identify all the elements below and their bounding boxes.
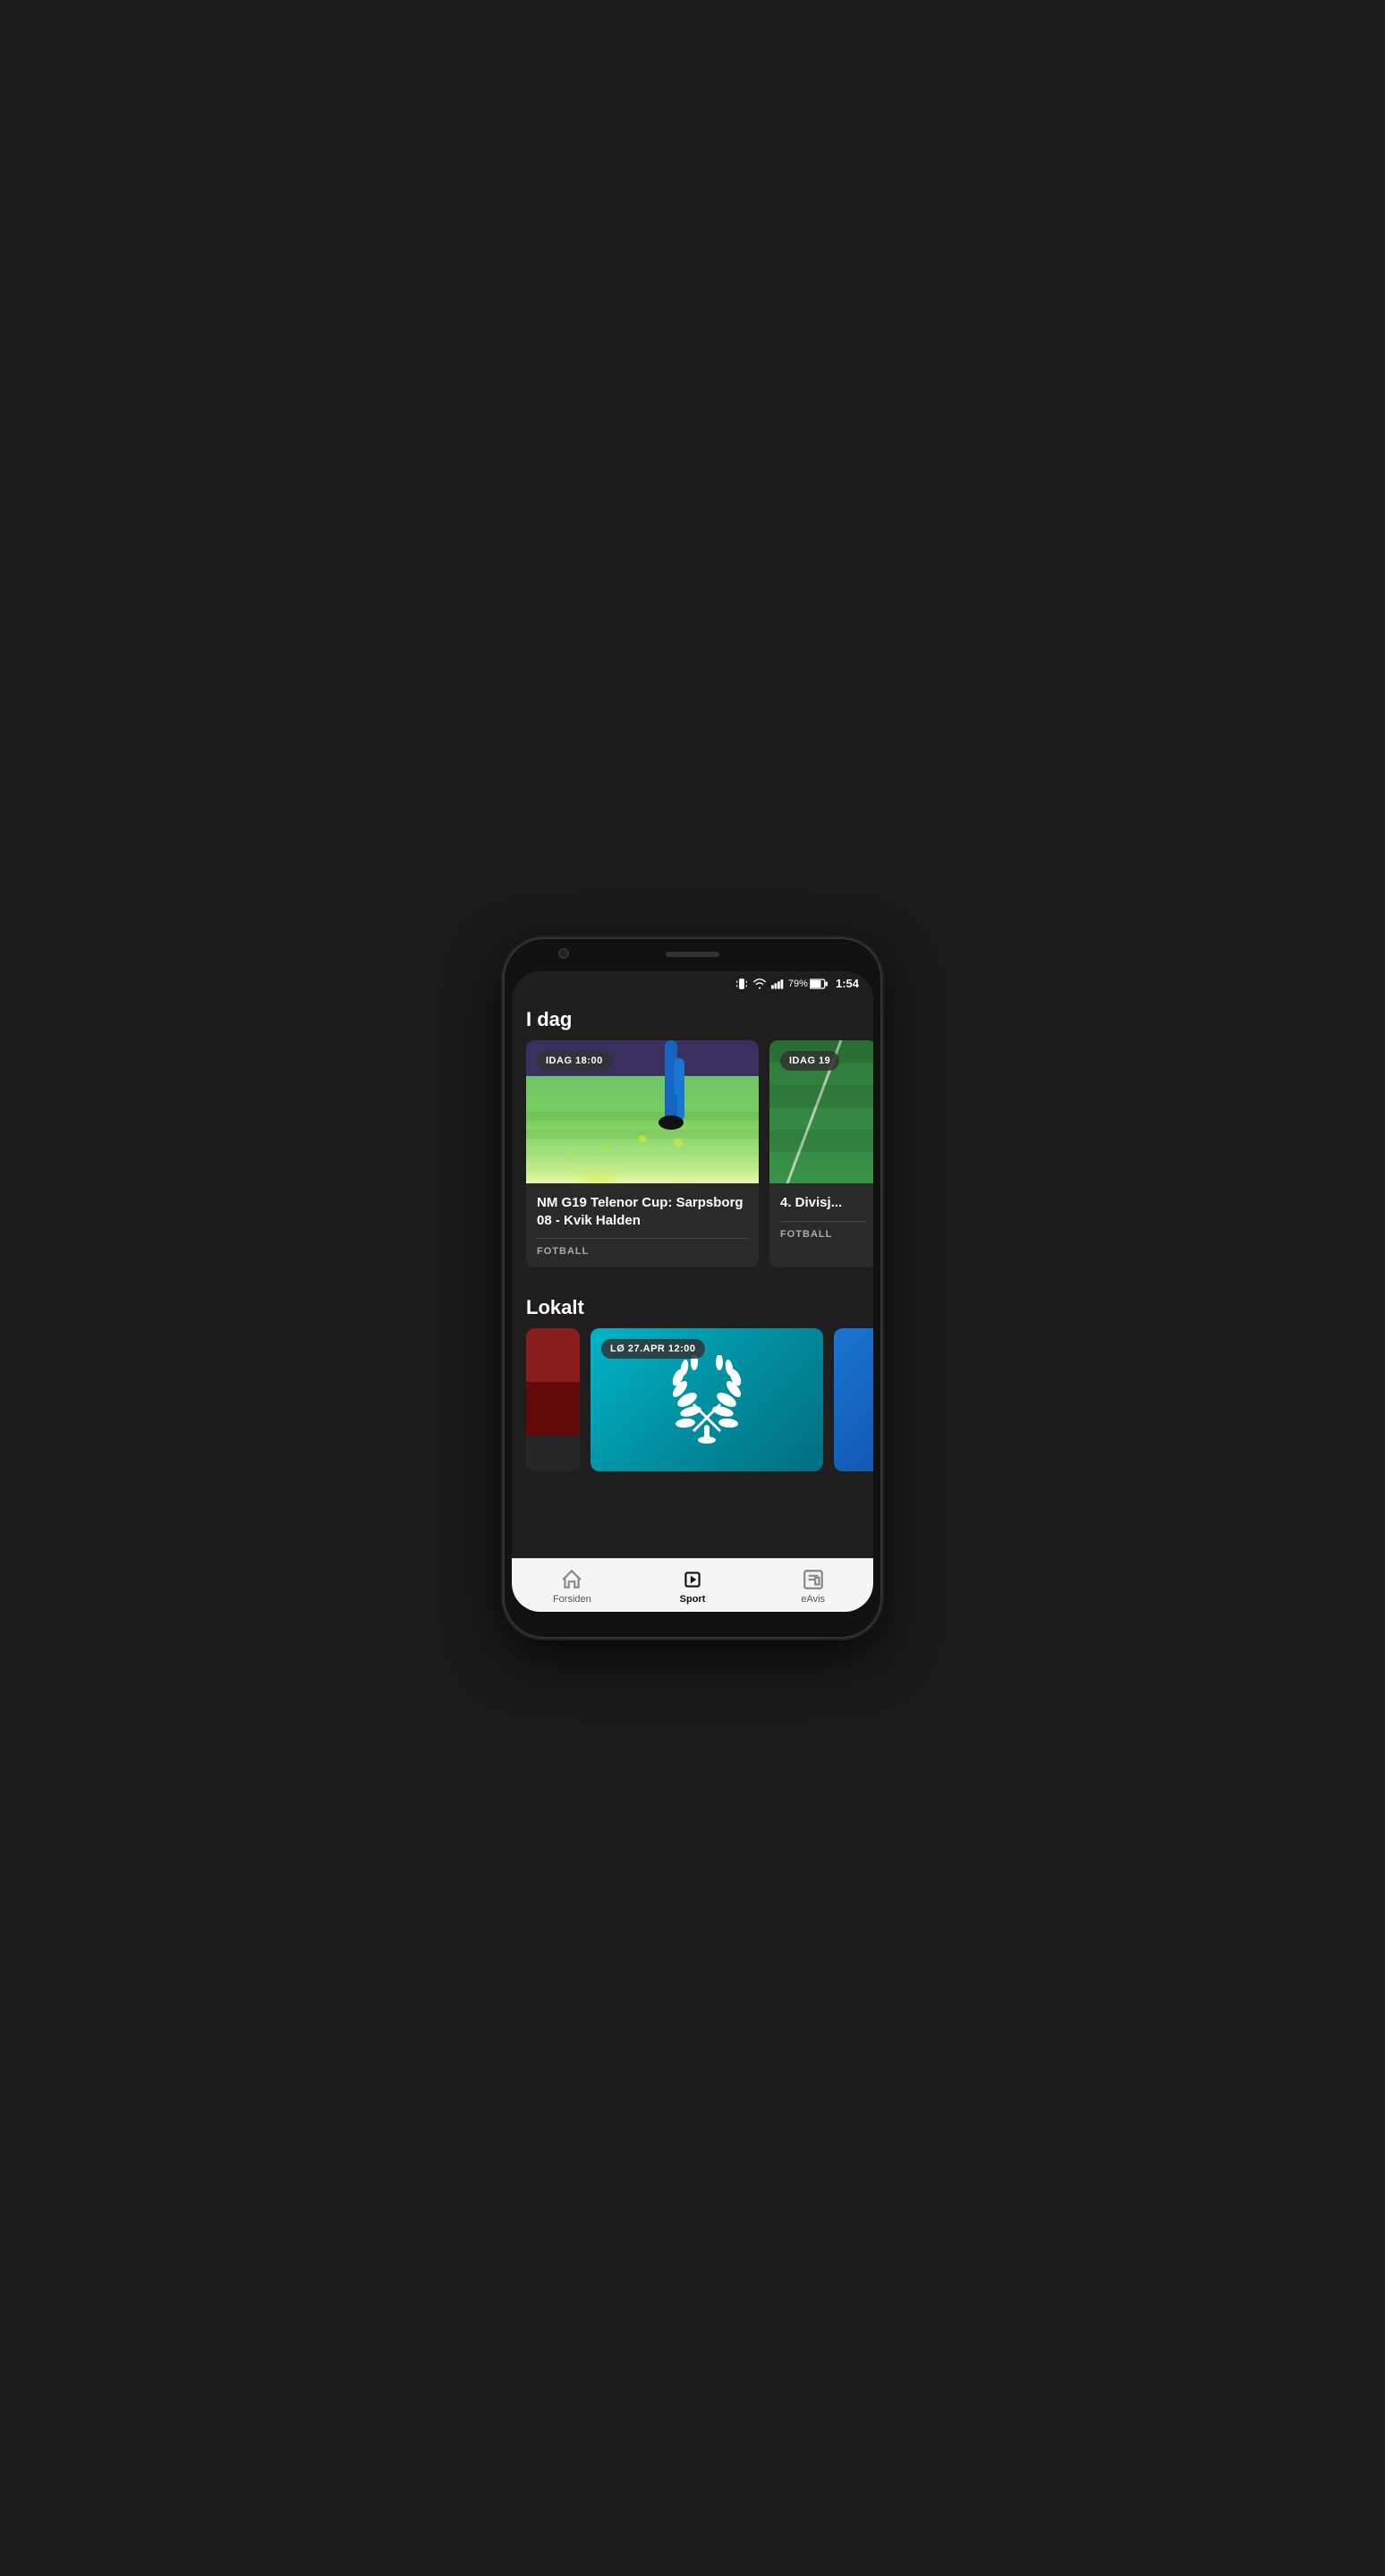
nav-sport-label: Sport [680,1594,706,1605]
nav-forsiden-label: Forsiden [553,1594,591,1605]
today-card-1-title: NM G19 Telenor Cup: Sarpsborg 08 - Kvik … [537,1194,748,1229]
today-section-title: I dag [512,994,873,1040]
today-card-2-badge: IDAG 19 [780,1051,839,1071]
today-card-2-category: FOTBALL [780,1229,866,1240]
phone-shell: 79% 1:54 I dag [505,939,880,1637]
sport-icon [681,1568,704,1591]
lokalt-right-bg: KUKO [834,1328,873,1471]
bottom-nav: Forsiden Sport eAvis [512,1558,873,1612]
lokalt-partial-left-image [526,1328,580,1436]
laurel-icon [662,1355,752,1445]
camera-lens [558,948,569,959]
eavis-icon [802,1568,825,1591]
lokalt-card-2-image: KUKO [834,1328,873,1471]
today-card-1-category: FOTBALL [537,1246,748,1257]
battery-icon: 79% [788,979,828,989]
nav-sport[interactable]: Sport [633,1559,753,1612]
lokalt-partial-left-card[interactable] [526,1328,580,1471]
lokalt-card-2[interactable]: KUKO [834,1328,873,1471]
nav-eavis-label: eAvis [801,1594,825,1605]
today-card-2-title: 4. Divisj... [780,1194,866,1212]
vibrate-icon [735,978,748,990]
lokalt-card-1-badge: LØ 27.APR 12:00 [601,1339,705,1359]
status-icons: 79% 1:54 [735,977,859,990]
lokalt-cards-row: LØ 27.APR 12:00 KUKO [512,1328,873,1486]
today-card-1-badge: IDAG 18:00 [537,1051,612,1071]
lokalt-card-1-image: LØ 27.APR 12:00 [591,1328,823,1471]
nav-eavis[interactable]: eAvis [752,1559,873,1612]
wifi-icon [752,979,767,989]
today-card-2-body: 4. Divisj... FOTBALL [769,1183,873,1250]
today-card-2-image: IDAG 19 [769,1040,873,1183]
lokalt-card-1[interactable]: LØ 27.APR 12:00 [591,1328,823,1471]
screen: 79% 1:54 I dag [512,971,873,1612]
today-card-2-divider [780,1221,866,1222]
today-card-1[interactable]: IDAG 18:00 NM G19 Telenor Cup: Sarpsborg… [526,1040,759,1267]
today-card-1-image: IDAG 18:00 [526,1040,759,1183]
today-card-1-divider [537,1238,748,1239]
nav-forsiden[interactable]: Forsiden [512,1559,633,1612]
lokalt-section-title: Lokalt [512,1282,873,1328]
today-cards-row: IDAG 18:00 NM G19 Telenor Cup: Sarpsborg… [512,1040,873,1282]
home-icon [560,1568,583,1591]
today-card-1-body: NM G19 Telenor Cup: Sarpsborg 08 - Kvik … [526,1183,759,1267]
status-bar: 79% 1:54 [512,971,873,994]
content-area: I dag [512,994,873,1558]
status-time: 1:54 [836,977,859,990]
battery-percent: 79% [788,979,808,989]
today-card-2[interactable]: IDAG 19 4. Divisj... FOTBALL [769,1040,873,1267]
signal-icon [771,979,784,989]
